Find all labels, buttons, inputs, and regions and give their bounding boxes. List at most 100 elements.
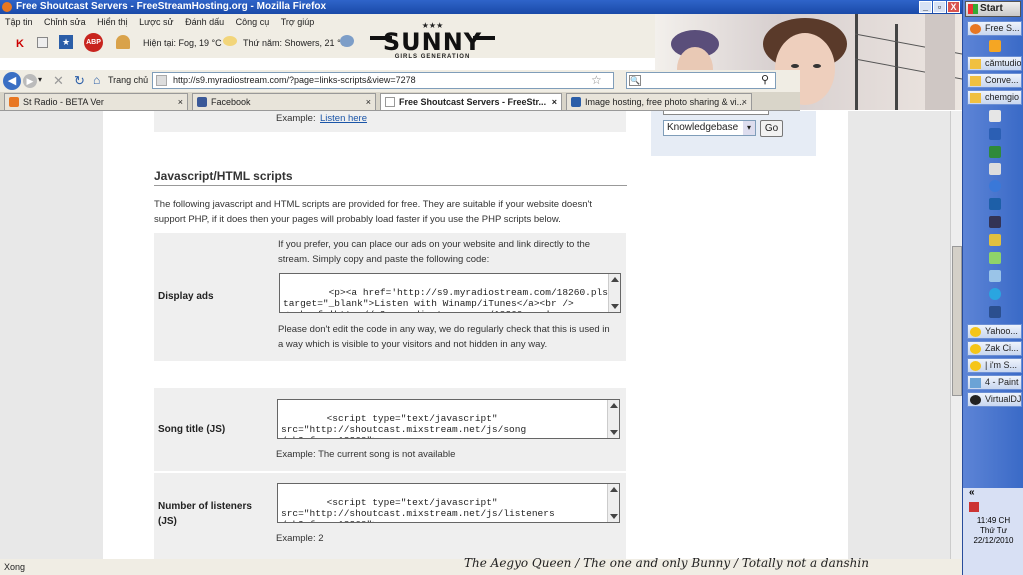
app-icon[interactable] [989, 180, 1001, 192]
url-bar[interactable]: http://s9.myradiostream.com/?page=links-… [152, 72, 614, 89]
chevron-down-icon[interactable]: ▾ [743, 121, 755, 135]
display-ads-note-line2: a way which is visible to your visitors … [278, 339, 548, 350]
window-titlebar: Free Shoutcast Servers - FreeStreamHosti… [0, 0, 962, 14]
audition-icon[interactable] [989, 306, 1001, 318]
photoshop-icon[interactable] [989, 198, 1001, 210]
taskbar-button-chemgio[interactable]: chemgio [967, 90, 1022, 105]
url-text[interactable]: http://s9.myradiostream.com/?page=links-… [173, 75, 416, 85]
sidebar-top-field[interactable] [663, 111, 769, 115]
start-button[interactable]: Start [965, 1, 1021, 17]
history-dropdown-icon[interactable]: ▾ [38, 75, 42, 84]
weather-thursday[interactable]: Thứ năm: Showers, 21 °C [243, 38, 347, 48]
example-label: Example: [276, 113, 316, 124]
menu-history[interactable]: Lược sử [139, 17, 173, 27]
tab-close-icon[interactable]: × [178, 94, 183, 110]
app-icon[interactable] [989, 216, 1001, 228]
menu-help[interactable]: Trợ giúp [281, 17, 315, 27]
listeners-code[interactable]: <script type="text/javascript" src="http… [277, 483, 620, 523]
back-button[interactable]: ◀ [3, 72, 21, 90]
taskbar-button-paint[interactable]: 4 - Paint [967, 375, 1022, 390]
page-body: Knowledgebase ▾ Go Example: Listen here … [103, 111, 848, 559]
clock-date[interactable]: 22/12/2010 [963, 536, 1023, 546]
menu-bookmarks[interactable]: Đánh dấu [185, 17, 224, 27]
tab-st-radio[interactable]: St Radio - BETA Ver × [4, 93, 188, 110]
tab-close-icon[interactable]: × [552, 94, 557, 110]
taskbar-button-virtualdj[interactable]: VirtualDJ [967, 392, 1022, 407]
select-value: Knowledgebase [667, 122, 739, 133]
display-ads-note-line1: Please don't edit the code in any way, w… [278, 324, 610, 335]
taskbar-button-camtudio[interactable]: cămtudio [967, 56, 1022, 71]
page-scrollbar[interactable] [950, 111, 962, 559]
stop-button[interactable]: ✕ [53, 73, 64, 89]
app-icon[interactable] [989, 163, 1001, 175]
adblock-icon[interactable]: ABP [84, 33, 103, 52]
code-scrollbar[interactable] [608, 274, 620, 312]
firefox-icon [2, 2, 12, 12]
listen-here-link[interactable]: Listen here [320, 111, 367, 126]
system-tray: « 11:49 CH Thứ Tư 22/12/2010 [963, 488, 1023, 575]
taskbar-button-convert[interactable]: Conve... [967, 73, 1022, 88]
facebook-icon [197, 97, 207, 107]
search-engine-icon[interactable]: 🔍 [629, 75, 641, 86]
scrollbar-thumb[interactable] [952, 246, 962, 396]
window-title: Free Shoutcast Servers - FreeStreamHosti… [16, 1, 327, 12]
minimize-button[interactable]: _ [919, 1, 932, 13]
app-icon[interactable] [989, 234, 1001, 246]
listen-example-row: Example: Listen here [154, 111, 626, 132]
excel-icon[interactable] [989, 146, 1001, 158]
tray-icon[interactable] [969, 502, 979, 512]
close-button[interactable]: X [947, 1, 960, 13]
code-scrollbar[interactable] [607, 400, 619, 438]
navigation-bar: ◀ ▶ ▾ ✕ ↻ ⌂ Trang chủ http://s9.myradios… [0, 70, 800, 92]
forward-button[interactable]: ▶ [23, 74, 37, 88]
bookmark-k-icon[interactable]: K [16, 38, 24, 50]
tray-expand-button[interactable]: « [963, 488, 1023, 498]
song-title-code[interactable]: <script type="text/javascript" src="http… [277, 399, 620, 439]
tab-image-hosting[interactable]: Image hosting, free photo sharing & vi..… [566, 93, 752, 110]
logo-wing-right [473, 36, 495, 40]
showers-icon [340, 35, 354, 47]
clock-time[interactable]: 11:49 CH [963, 516, 1023, 526]
home-icon[interactable]: ⌂ [93, 73, 100, 87]
notepad-icon[interactable] [989, 110, 1001, 122]
signature-text: The Aegyo Queen / The one and only Bunny… [464, 556, 869, 570]
code-text: <script type="text/javascript" src="http… [281, 413, 527, 438]
menu-view[interactable]: Hiển thị [97, 17, 128, 27]
menu-edit[interactable]: Chỉnh sửa [44, 17, 86, 27]
bookmark-star-icon[interactable]: ☆ [591, 73, 602, 87]
tab-close-icon[interactable]: × [742, 94, 747, 110]
display-ads-code[interactable]: <p><a href='http://s9.myradiostream.com/… [279, 273, 621, 313]
media-icon[interactable] [989, 40, 1001, 52]
word-icon[interactable] [989, 128, 1001, 140]
code-scrollbar[interactable] [607, 484, 619, 522]
section-title: Javascript/HTML scripts [154, 169, 627, 186]
fog-icon [223, 36, 237, 46]
maximize-button[interactable]: ▫ [933, 1, 946, 13]
taskbar-button-im[interactable]: | i'm S... [967, 358, 1022, 373]
menu-tools[interactable]: Công cụ [236, 17, 270, 27]
app-icon[interactable] [989, 270, 1001, 282]
tab-free-shoutcast[interactable]: Free Shoutcast Servers - FreeStr... × [380, 93, 562, 110]
taskbar-button-firefox[interactable]: Free S... [967, 21, 1022, 36]
tab-label: Free Shoutcast Servers - FreeStr... [399, 97, 547, 107]
search-box[interactable]: 🔍 ⚲ [626, 72, 776, 89]
app-icon[interactable] [989, 252, 1001, 264]
weather-addon-icon[interactable] [116, 35, 130, 49]
search-icon[interactable]: ⚲ [761, 73, 769, 86]
tab-close-icon[interactable]: × [366, 94, 371, 110]
reload-button[interactable]: ↻ [74, 73, 85, 89]
menu-file[interactable]: Tập tin [5, 17, 33, 27]
taskbar-button-yahoo[interactable]: Yahoo... [967, 324, 1022, 339]
clock-day[interactable]: Thứ Tư [963, 526, 1023, 536]
taskbar-button-zak[interactable]: Zak Ci... [967, 341, 1022, 356]
song-title-row: Song title (JS) <script type="text/javas… [154, 388, 626, 471]
star-icon[interactable]: ★ [59, 35, 73, 49]
skype-icon[interactable] [989, 288, 1001, 300]
page-icon[interactable] [37, 37, 48, 48]
go-button[interactable]: Go [760, 120, 783, 137]
tab-facebook[interactable]: Facebook × [192, 93, 376, 110]
knowledgebase-select[interactable]: Knowledgebase ▾ [663, 120, 756, 136]
home-button-label[interactable]: Trang chủ [108, 75, 148, 85]
sidebar-panel: Knowledgebase ▾ Go [651, 111, 816, 156]
weather-today[interactable]: Hiện tại: Fog, 19 °C [143, 38, 222, 48]
